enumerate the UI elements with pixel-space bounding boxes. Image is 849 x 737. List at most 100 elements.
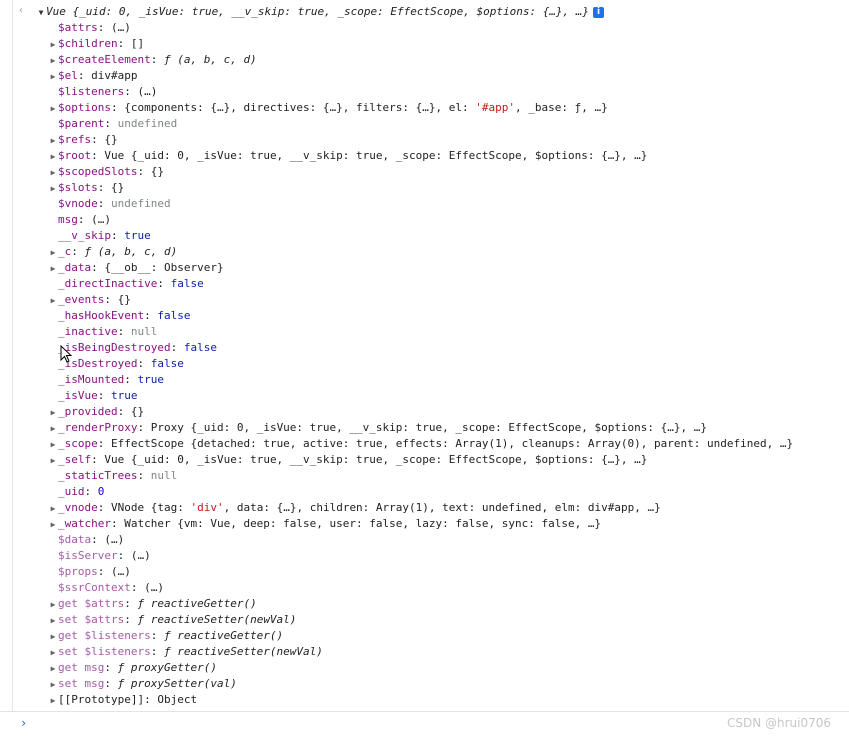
property-row[interactable]: ▶ _vnode: VNode {tag: 'div', data: {…}, c… xyxy=(48,500,661,516)
property-value[interactable]: (…) xyxy=(137,85,157,98)
triangle-right-icon[interactable]: ▶ xyxy=(48,293,58,309)
triangle-right-icon[interactable]: ▶ xyxy=(48,165,58,181)
property-value: EffectScope {detached: true, active: tru… xyxy=(111,437,794,450)
triangle-right-icon[interactable]: ▶ xyxy=(48,149,58,165)
key-separator: : xyxy=(137,469,151,482)
triangle-right-icon[interactable]: ▶ xyxy=(48,517,58,533)
property-value: true xyxy=(124,229,151,242)
property-value[interactable]: (…) xyxy=(111,21,131,34)
property-row[interactable]: ▶ [[Prototype]]: Object xyxy=(48,692,198,709)
property-row[interactable]: _isMounted: true xyxy=(48,372,164,388)
triangle-right-icon[interactable]: ▶ xyxy=(48,405,58,421)
property-row[interactable]: ▶ _renderProxy: Proxy {_uid: 0, _isVue: t… xyxy=(48,420,707,436)
property-row[interactable]: _inactive: null xyxy=(48,324,157,340)
key-separator: : xyxy=(110,229,125,242)
property-row[interactable]: __v_skip: true xyxy=(48,228,151,244)
property-row[interactable]: _isVue: true xyxy=(48,388,138,404)
property-key: $isServer xyxy=(58,549,118,562)
property-row[interactable]: ▶ $children: [] xyxy=(48,36,145,53)
triangle-right-icon[interactable]: ▶ xyxy=(48,421,58,437)
triangle-right-icon[interactable]: ▶ xyxy=(48,613,58,629)
property-key: $scopedSlots xyxy=(58,165,138,178)
triangle-right-icon[interactable]: ▶ xyxy=(48,629,58,645)
triangle-right-icon[interactable]: ▶ xyxy=(48,245,58,261)
property-row[interactable]: ▶ get msg: ƒ proxyGetter() xyxy=(48,660,217,676)
property-value: VNode {tag: 'div', data: {…}, children: … xyxy=(111,501,661,514)
property-row[interactable]: ▶ set $listeners: ƒ reactiveSetter(newVal… xyxy=(48,644,323,660)
property-row[interactable]: ▶ $options: {components: {…}, directives:… xyxy=(48,100,608,116)
property-value[interactable]: (…) xyxy=(111,565,131,578)
triangle-right-icon[interactable]: ▶ xyxy=(48,677,58,693)
property-row[interactable]: $parent: undefined xyxy=(48,116,177,132)
property-row[interactable]: _directInactive: false xyxy=(48,276,204,292)
property-row[interactable]: ▶ _scope: EffectScope {detached: true, ac… xyxy=(48,436,794,453)
property-row[interactable]: msg: (…) xyxy=(48,212,111,228)
property-row[interactable]: ▶ set msg: ƒ proxySetter(val) xyxy=(48,676,237,692)
triangle-right-icon[interactable]: ▶ xyxy=(48,645,58,661)
property-row[interactable]: _staticTrees: null xyxy=(48,468,177,484)
property-row[interactable]: ▶ set $attrs: ƒ reactiveSetter(newVal) xyxy=(48,612,297,629)
property-value: null xyxy=(150,469,178,482)
triangle-right-icon[interactable]: ▶ xyxy=(48,597,58,613)
triangle-right-icon[interactable]: ▶ xyxy=(48,133,58,149)
key-separator: : xyxy=(97,181,111,194)
property-value[interactable]: (…) xyxy=(91,213,111,226)
key-separator: : xyxy=(170,341,184,354)
property-row[interactable]: $listeners: (…) xyxy=(48,84,157,100)
triangle-right-icon[interactable]: ▶ xyxy=(48,37,58,53)
property-value: false xyxy=(183,341,217,354)
property-row[interactable]: ▶ _provided: {} xyxy=(48,404,145,421)
info-icon[interactable]: i xyxy=(593,6,605,18)
triangle-right-icon[interactable]: ▶ xyxy=(48,661,58,677)
property-value[interactable]: (…) xyxy=(144,581,164,594)
property-row[interactable]: $props: (…) xyxy=(48,564,131,580)
property-row[interactable]: $ssrContext: (…) xyxy=(48,580,164,596)
property-row[interactable]: ▶ _self: Vue {_uid: 0, _isVue: true, __v_… xyxy=(48,452,648,469)
property-value[interactable]: (…) xyxy=(104,533,124,546)
property-row[interactable]: ▶ get $listeners: ƒ reactiveGetter() xyxy=(48,628,284,645)
property-key: get msg xyxy=(58,661,105,674)
property-row[interactable]: ▶ $scopedSlots: {} xyxy=(48,164,164,180)
property-key: _isBeingDestroyed xyxy=(58,341,171,354)
property-row[interactable]: ▶ $refs: {} xyxy=(48,132,118,148)
console-prompt[interactable]: › CSDN @hrui0706 xyxy=(0,711,849,737)
object-header-row[interactable]: ▼ Vue {_uid: 0, _isVue: true, __v_skip: t… xyxy=(36,4,605,21)
triangle-down-icon[interactable]: ▼ xyxy=(36,5,46,21)
property-value: {} xyxy=(130,405,145,418)
property-row[interactable]: ▶ $createElement: ƒ (a, b, c, d) xyxy=(48,52,257,68)
triangle-right-icon[interactable]: ▶ xyxy=(48,69,58,85)
property-row[interactable]: ▶ $el: div#app xyxy=(48,68,138,85)
property-value: null xyxy=(130,325,158,338)
property-row[interactable]: $attrs: (…) xyxy=(48,20,131,36)
property-row[interactable]: $isServer: (…) xyxy=(48,548,151,564)
triangle-right-icon[interactable]: ▶ xyxy=(48,437,58,453)
property-row[interactable]: ▶ $root: Vue {_uid: 0, _isVue: true, __v_… xyxy=(48,148,648,165)
key-separator: : xyxy=(124,597,138,610)
property-value: Vue {_uid: 0, _isVue: true, __v_skip: tr… xyxy=(104,149,648,162)
key-separator: : xyxy=(91,261,105,274)
key-separator: : xyxy=(110,101,125,114)
triangle-right-icon[interactable]: ▶ xyxy=(48,501,58,517)
triangle-right-icon[interactable]: ▶ xyxy=(48,53,58,69)
triangle-right-icon[interactable]: ▶ xyxy=(48,261,58,277)
property-value: ƒ reactiveGetter() xyxy=(137,597,257,610)
property-row[interactable]: $vnode: undefined xyxy=(48,196,171,212)
property-key: _isVue xyxy=(58,389,98,402)
property-row[interactable]: ▶ _watcher: Watcher {vm: Vue, deep: false… xyxy=(48,516,601,532)
triangle-right-icon[interactable]: ▶ xyxy=(48,181,58,197)
property-row[interactable]: ▶ get $attrs: ƒ reactiveGetter() xyxy=(48,596,257,612)
property-key: $refs xyxy=(58,133,92,146)
triangle-right-icon[interactable]: ▶ xyxy=(48,693,58,709)
property-row[interactable]: ▶ _data: {__ob__: Observer} xyxy=(48,260,224,276)
property-row[interactable]: ▶ _events: {} xyxy=(48,292,131,308)
property-key: $attrs xyxy=(58,21,98,34)
property-value[interactable]: (…) xyxy=(131,549,151,562)
property-row[interactable]: _uid: 0 xyxy=(48,484,104,500)
property-row[interactable]: ▶ _c: ƒ (a, b, c, d) xyxy=(48,244,178,261)
property-row[interactable]: ▶ $slots: {} xyxy=(48,180,125,197)
property-row[interactable]: _hasHookEvent: false xyxy=(48,308,190,324)
property-row[interactable]: $data: (…) xyxy=(48,532,124,548)
triangle-right-icon[interactable]: ▶ xyxy=(48,101,58,117)
key-separator: : xyxy=(91,533,105,546)
triangle-right-icon[interactable]: ▶ xyxy=(48,453,58,469)
